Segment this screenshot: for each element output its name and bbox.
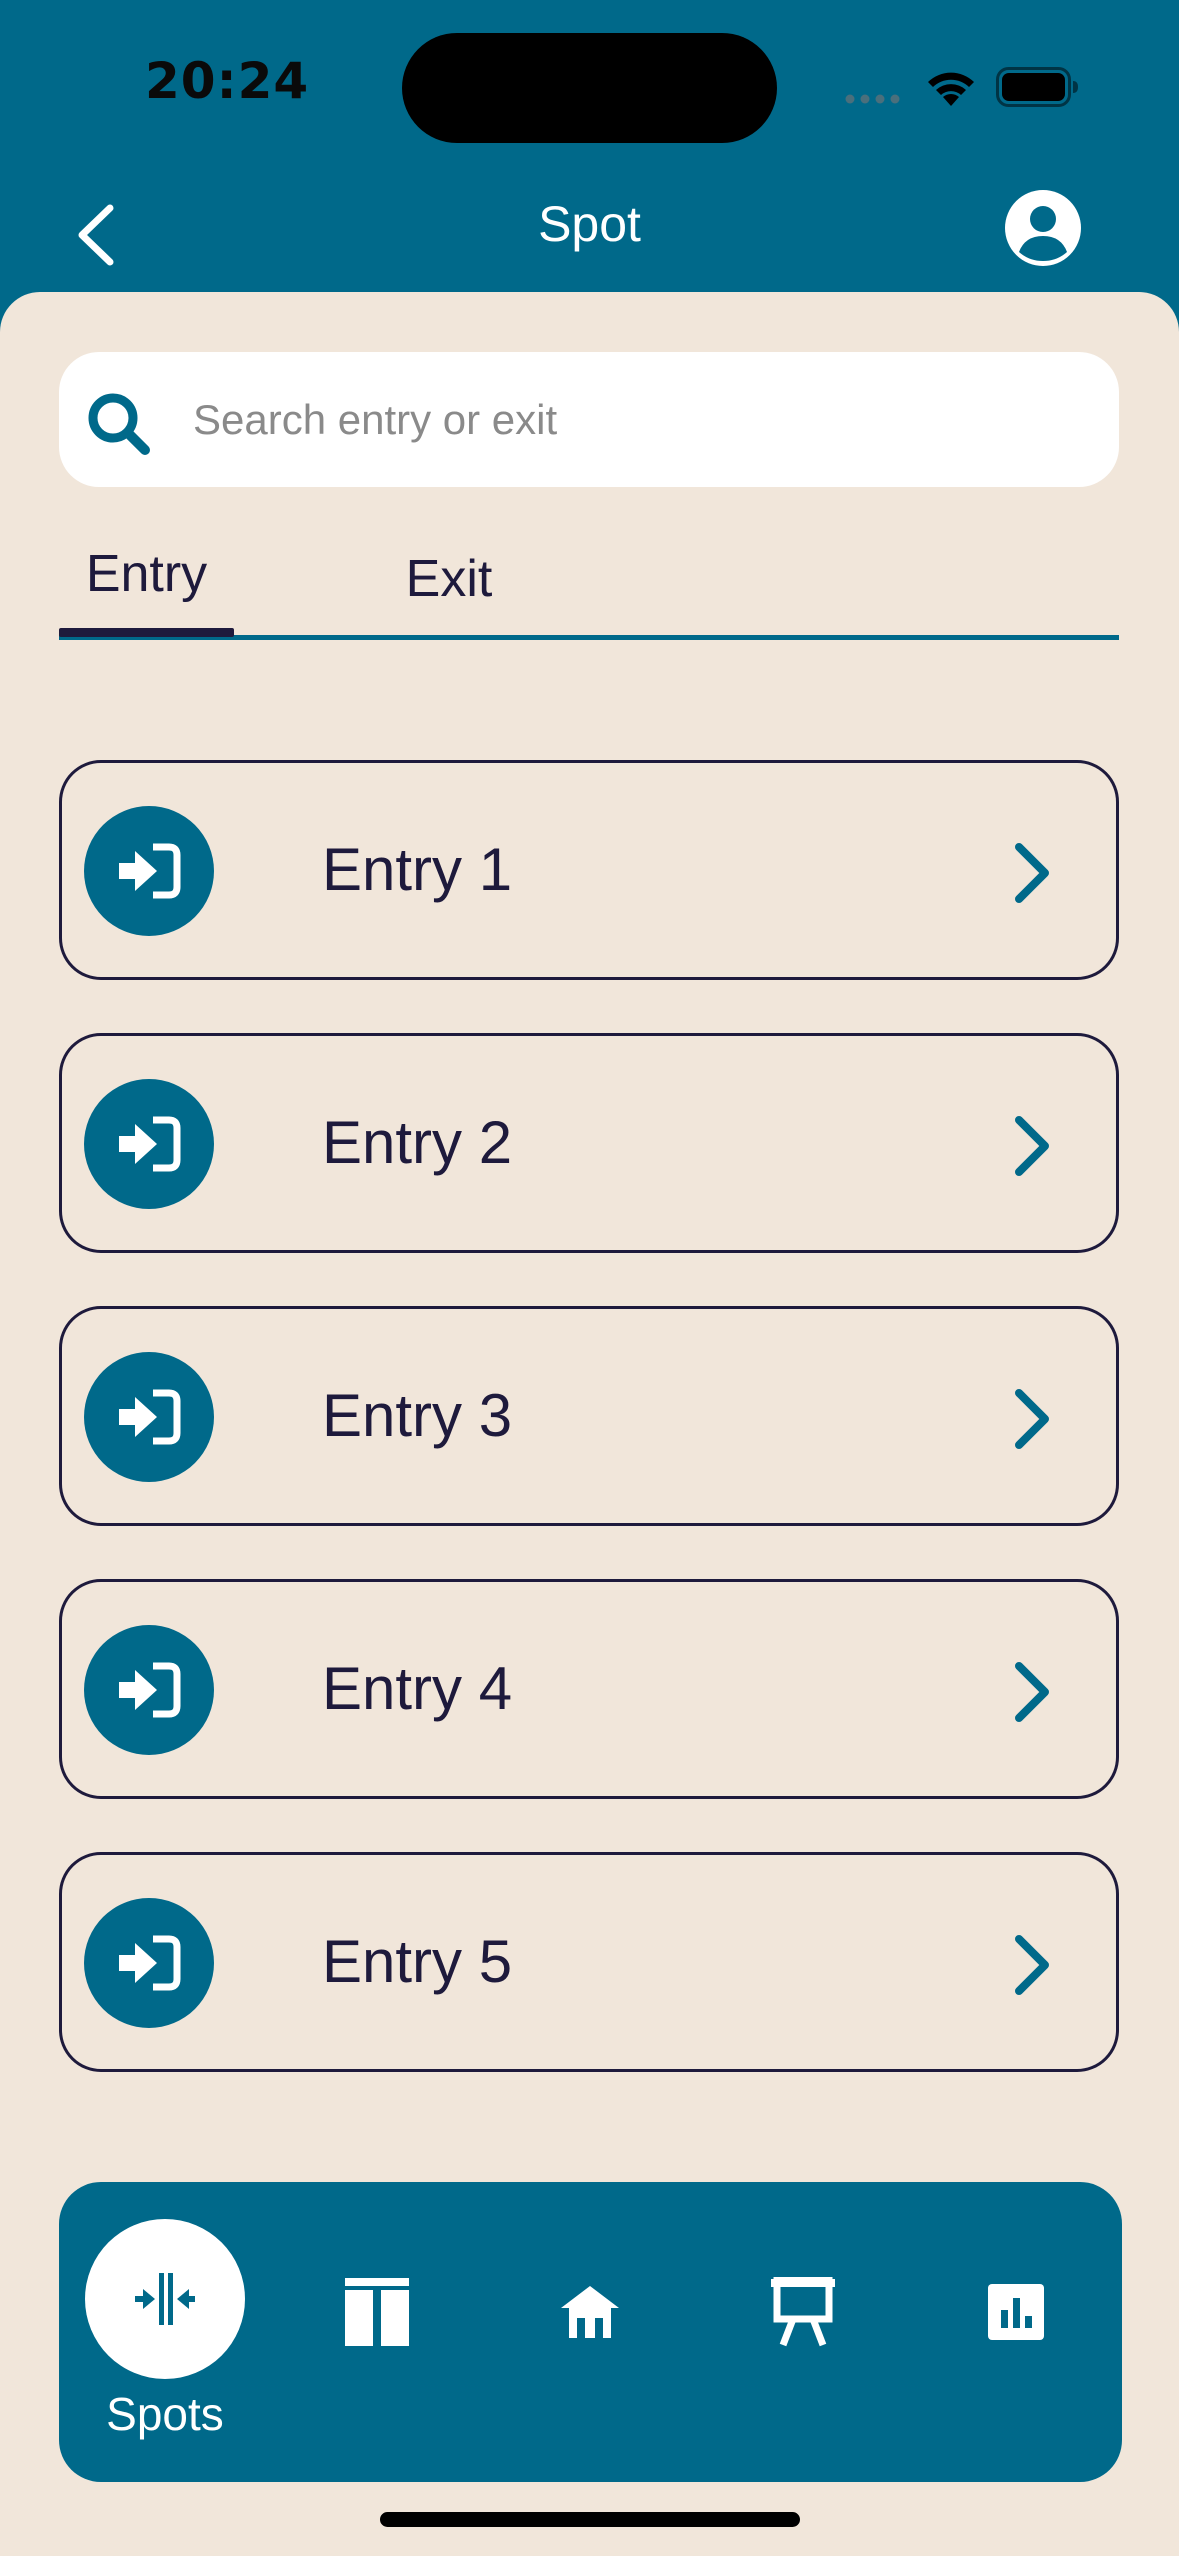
- status-bar: 20:24: [0, 0, 1179, 170]
- chevron-right-icon: [1015, 1662, 1049, 1722]
- sign-in-icon: [119, 1389, 181, 1445]
- list-item[interactable]: Entry 4: [59, 1579, 1119, 1799]
- chart-bar-icon: [988, 2284, 1044, 2340]
- chevron-right-icon: [1015, 1116, 1049, 1176]
- list-item[interactable]: Entry 2: [59, 1033, 1119, 1253]
- tab-entry[interactable]: Entry: [59, 532, 234, 635]
- battery-icon: [996, 67, 1078, 107]
- chevron-right-icon: [1015, 1935, 1049, 1995]
- chevron-right-icon: [1015, 1389, 1049, 1449]
- nav-label-spots: Spots: [106, 2388, 224, 2440]
- user-circle-icon[interactable]: [1005, 190, 1081, 266]
- presentation-icon: [771, 2277, 835, 2347]
- entry-label: Entry 1: [322, 836, 513, 903]
- sign-in-icon: [119, 1662, 181, 1718]
- sign-in-icon: [119, 1116, 181, 1172]
- home-indicator: [380, 2512, 800, 2527]
- columns-icon: [345, 2278, 409, 2346]
- house-icon: [561, 2286, 619, 2338]
- list-item[interactable]: Entry 3: [59, 1306, 1119, 1526]
- nav-item-home[interactable]: [550, 2272, 630, 2352]
- entry-label: Entry 4: [322, 1655, 513, 1722]
- nav-header: Spot: [0, 170, 1179, 290]
- nav-item-columns[interactable]: [337, 2272, 417, 2352]
- list-item[interactable]: Entry 1: [59, 760, 1119, 980]
- entry-label: Entry 3: [322, 1382, 513, 1449]
- chevron-right-icon: [1015, 843, 1049, 903]
- status-time: 20:24: [145, 52, 310, 110]
- nav-item-reports[interactable]: [976, 2272, 1056, 2352]
- tab-exit[interactable]: Exit: [359, 532, 539, 635]
- entry-icon-badge: [84, 806, 214, 936]
- search-icon: [88, 393, 150, 455]
- active-tab-indicator: [59, 628, 234, 637]
- entry-label: Entry 2: [322, 1109, 513, 1176]
- nav-item-spots[interactable]: [85, 2219, 245, 2379]
- entry-label: Entry 5: [322, 1928, 513, 1995]
- signal-icon: [845, 94, 900, 104]
- list-item[interactable]: Entry 5: [59, 1852, 1119, 2072]
- search-input[interactable]: [191, 382, 1071, 457]
- bottom-nav: Spots: [59, 2182, 1122, 2482]
- search-bar: [59, 352, 1119, 487]
- entry-icon-badge: [84, 1625, 214, 1755]
- entry-icon-badge: [84, 1898, 214, 2028]
- sign-in-icon: [119, 1935, 181, 1991]
- entry-icon-badge: [84, 1352, 214, 1482]
- page-title: Spot: [538, 196, 641, 252]
- tab-bar: Entry Exit: [59, 532, 1119, 640]
- wifi-icon: [928, 72, 974, 106]
- entry-icon-badge: [84, 1079, 214, 1209]
- dynamic-island: [402, 33, 777, 143]
- sign-in-icon: [119, 843, 181, 899]
- spots-icon: [135, 2273, 195, 2325]
- nav-item-presentation[interactable]: [763, 2272, 843, 2352]
